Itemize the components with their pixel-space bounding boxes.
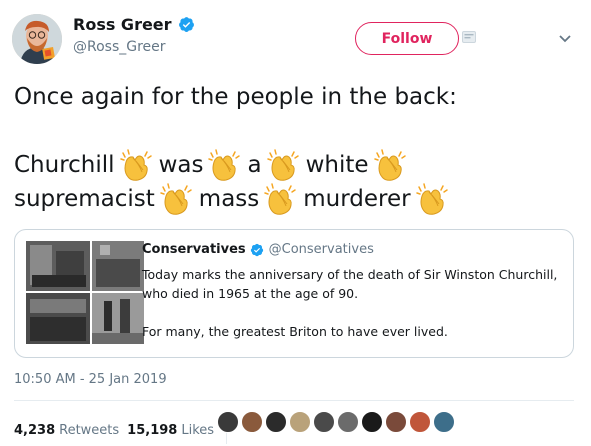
- quoted-text-line: For many, the greatest Briton to have ev…: [142, 324, 448, 339]
- retweets-stat[interactable]: 4,238 Retweets: [14, 423, 119, 438]
- liker-avatar[interactable]: [217, 411, 239, 433]
- quoted-tweet-photo-collage[interactable]: [26, 241, 144, 344]
- tweet-text-line: Churchill was a white: [14, 147, 584, 181]
- liker-avatars: [217, 411, 457, 433]
- clapping-hands-icon: [264, 182, 297, 215]
- quoted-tweet-text: Today marks the anniversary of the death…: [142, 265, 567, 341]
- tweet-text: Once again for the people in the back: Ch…: [14, 79, 584, 215]
- liker-avatar[interactable]: [265, 411, 287, 433]
- quoted-display-name[interactable]: Conservatives: [142, 242, 246, 257]
- clapping-hands-icon: [208, 148, 241, 181]
- liker-avatar[interactable]: [337, 411, 359, 433]
- tweet-word: Churchill: [14, 151, 115, 178]
- follow-button[interactable]: Follow: [355, 22, 459, 55]
- clapping-hands-icon: [266, 148, 299, 181]
- likes-label: Likes: [181, 422, 215, 438]
- quoted-handle[interactable]: @Conservatives: [269, 242, 374, 257]
- verified-badge-icon: [178, 17, 194, 32]
- quoted-text-line: Today marks the anniversary of the death…: [142, 267, 558, 282]
- tweet-text-line: Once again for the people in the back:: [14, 79, 584, 113]
- likes-stat[interactable]: 15,198 Likes: [127, 423, 214, 438]
- follow-notification-icon[interactable]: [462, 31, 476, 43]
- verified-badge-icon: [250, 243, 263, 256]
- tweet-word: a: [247, 151, 262, 178]
- retweets-label: Retweets: [59, 422, 120, 438]
- liker-avatar[interactable]: [433, 411, 455, 433]
- clapping-hands-icon: [119, 148, 152, 181]
- quoted-tweet[interactable]: Conservatives @Conservatives Today marks…: [14, 229, 574, 358]
- quoted-author-row: Conservatives @Conservatives: [142, 242, 374, 257]
- likes-count: 15,198: [127, 422, 178, 438]
- divider: [14, 400, 574, 401]
- tweet-word: mass: [198, 185, 260, 212]
- tweet-word: murderer: [303, 185, 411, 212]
- tweet-word: was: [158, 151, 204, 178]
- tweet-card: Ross Greer @Ross_Greer Follow Once again…: [0, 0, 591, 446]
- clapping-hands-icon: [373, 148, 406, 181]
- tweet-word: Once again for the people in the back:: [14, 83, 457, 110]
- retweets-count: 4,238: [14, 422, 56, 438]
- clapping-hands-icon: [415, 182, 448, 215]
- avatar[interactable]: [12, 14, 62, 64]
- liker-avatar[interactable]: [409, 411, 431, 433]
- chevron-down-icon[interactable]: [558, 34, 572, 44]
- tweet-text-line: [14, 113, 584, 147]
- liker-avatar[interactable]: [385, 411, 407, 433]
- author-display-name[interactable]: Ross Greer: [73, 15, 172, 34]
- clapping-hands-icon: [160, 182, 192, 215]
- engagement-stats: 4,238 Retweets 15,198 Likes: [14, 416, 235, 444]
- liker-avatar[interactable]: [241, 411, 263, 433]
- author-name-row: Ross Greer: [73, 15, 195, 34]
- liker-avatar[interactable]: [313, 411, 335, 433]
- author-handle[interactable]: @Ross_Greer: [73, 39, 166, 55]
- liker-avatar[interactable]: [289, 411, 311, 433]
- liker-avatar[interactable]: [361, 411, 383, 433]
- tweet-word: supremacist: [14, 185, 155, 212]
- tweet-word: white: [305, 151, 369, 178]
- timestamp[interactable]: 10:50 AM - 25 Jan 2019: [14, 372, 167, 387]
- quoted-text-line: who died in 1965 at the age of 90.: [142, 286, 359, 301]
- tweet-text-line: supremacist mass murderer: [14, 181, 584, 215]
